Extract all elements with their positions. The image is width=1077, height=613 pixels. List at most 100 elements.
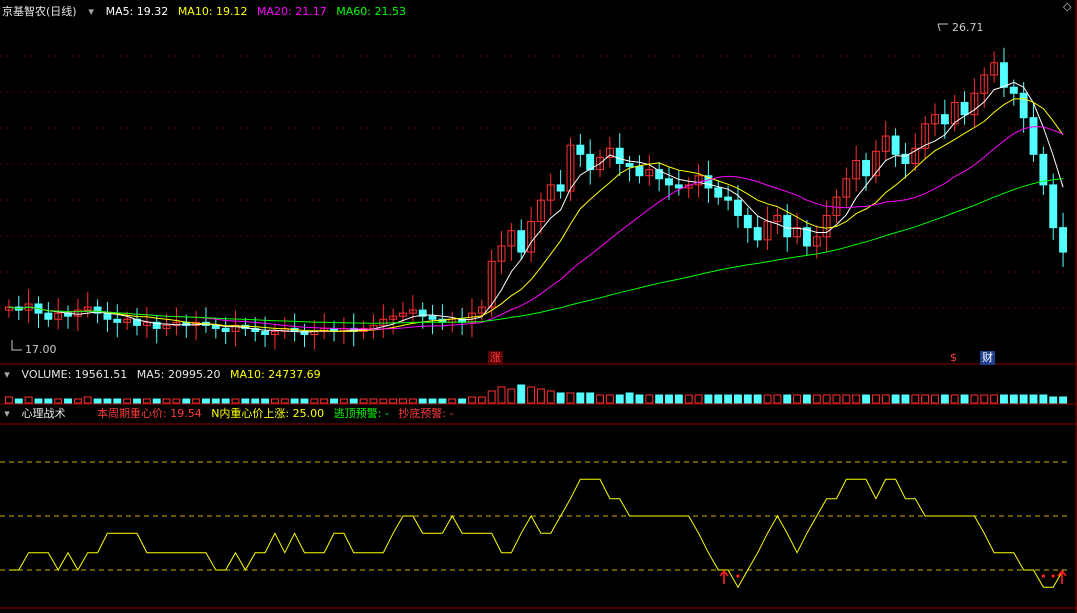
volume-bar	[684, 394, 693, 404]
candle-body	[261, 330, 270, 336]
volume-bar	[24, 396, 33, 404]
volume-bar	[418, 398, 427, 404]
candle-body	[734, 199, 742, 216]
volume-bar	[724, 394, 733, 404]
volume-bar	[221, 398, 230, 404]
volume-bar	[1039, 394, 1048, 404]
volume-bar	[527, 386, 536, 404]
volume-bar	[625, 392, 634, 404]
candle-body	[1019, 92, 1028, 119]
volume-bar	[990, 394, 999, 404]
volume-bar	[44, 398, 53, 404]
candle-body	[862, 159, 870, 177]
volume-bar	[704, 394, 713, 404]
dollar-marker[interactable]: $	[950, 351, 957, 365]
rise-marker[interactable]: 涨	[488, 351, 503, 365]
candle-body	[576, 144, 585, 155]
volume-bar	[881, 394, 890, 404]
volume-bar	[113, 398, 122, 404]
volume-bar	[1029, 394, 1038, 404]
low-pointer	[11, 340, 22, 351]
candle-body	[556, 184, 565, 192]
alert-dot	[1051, 574, 1055, 578]
volume-bar	[73, 398, 82, 404]
volume-bar	[586, 392, 595, 404]
volume-bar	[438, 398, 447, 404]
volume-bar	[133, 398, 141, 404]
volume-bar	[536, 388, 545, 404]
volume-bar	[694, 394, 703, 404]
volume-bar	[753, 394, 762, 404]
candle-body	[891, 135, 900, 155]
volume-bar	[822, 394, 831, 404]
volume-bar	[1059, 396, 1068, 404]
candle-body	[211, 324, 220, 329]
stock-chart[interactable]	[0, 0, 1077, 613]
candle-body	[1049, 184, 1058, 229]
volume-bar	[842, 394, 851, 404]
volume-bar	[162, 398, 171, 404]
volume-bar	[714, 394, 723, 404]
volume-bar	[497, 386, 506, 404]
volume-bar	[1009, 394, 1018, 404]
volume-bar	[1000, 394, 1008, 404]
high-pointer	[937, 23, 948, 32]
volume-bar	[921, 394, 930, 404]
volume-bar	[280, 398, 289, 404]
volume-bar	[862, 394, 870, 404]
candle-body	[517, 230, 526, 253]
volume-bar	[103, 398, 112, 404]
candle-body	[428, 315, 437, 320]
volume-bar	[458, 398, 467, 404]
volume-bar	[556, 392, 565, 404]
volume-bar	[911, 394, 920, 404]
ma5-line	[8, 81, 1064, 333]
candle-body	[1059, 227, 1068, 253]
volume-bar	[448, 398, 457, 404]
volume-bar	[34, 398, 43, 404]
candle-body	[625, 163, 634, 168]
volume-bar	[1019, 394, 1028, 404]
volume-bar	[763, 394, 772, 404]
volume-bar	[152, 398, 161, 404]
volume-bar	[320, 398, 329, 404]
volume-bar	[507, 388, 516, 404]
volume-bar	[241, 398, 250, 404]
volume-bar	[901, 394, 910, 404]
volume-bar	[477, 396, 486, 404]
candle-body	[103, 312, 112, 320]
volume-bar	[566, 392, 575, 404]
volume-bar	[635, 394, 644, 404]
buy-arrow-icon	[719, 569, 729, 584]
volume-bar	[251, 398, 260, 404]
candle-body	[1029, 117, 1038, 155]
volume-bar	[832, 394, 841, 404]
volume-bar	[546, 390, 555, 404]
volume-bar	[408, 398, 417, 404]
volume-bar	[428, 398, 437, 404]
volume-bar	[399, 398, 407, 404]
candle-body	[113, 318, 122, 323]
volume-bar	[64, 398, 72, 404]
volume-bar	[172, 398, 181, 404]
candle-body	[615, 147, 624, 165]
volume-bar	[596, 394, 604, 404]
candle-body	[714, 187, 723, 198]
volume-bar	[891, 394, 900, 404]
volume-bar	[734, 394, 742, 404]
candle-body	[1039, 153, 1048, 186]
volume-bar	[812, 394, 821, 404]
volume-bar	[783, 394, 792, 404]
finance-marker[interactable]: 财	[980, 351, 995, 365]
candle-body	[743, 214, 752, 229]
volume-bar	[211, 398, 220, 404]
volume-bar	[339, 398, 348, 404]
volume-bar	[655, 394, 664, 404]
candle-body	[940, 114, 949, 125]
candle-body	[665, 178, 673, 186]
volume-bar	[290, 398, 299, 404]
candle-body	[960, 101, 969, 116]
volume-bar	[231, 398, 240, 404]
volume-bar	[793, 394, 802, 404]
volume-bar	[182, 398, 191, 404]
